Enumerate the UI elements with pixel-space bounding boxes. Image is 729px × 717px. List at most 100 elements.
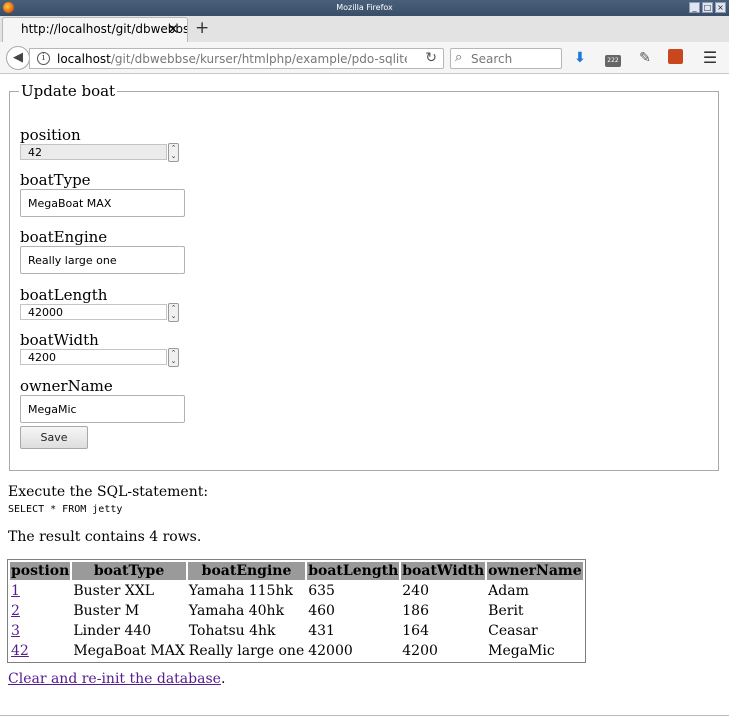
site-info-icon[interactable]: i [37, 52, 50, 65]
save-button[interactable]: Save [20, 426, 88, 449]
jetty-table: postion boatType boatEngine boatLength b… [7, 559, 586, 663]
boattype-value: MegaBoat MAX [28, 197, 112, 210]
row-id-link[interactable]: 42 [11, 643, 29, 659]
ownername-label: ownerName [20, 377, 113, 395]
boatengine-field: boatEngine Really large one [20, 228, 185, 274]
column-header: ownerName [487, 562, 583, 580]
eyedropper-icon[interactable]: ✎ [636, 49, 654, 67]
search-icon: ⌕ [455, 50, 463, 65]
table-row: 42 MegaBoat MAX Really large one 42000 4… [10, 642, 583, 660]
boatlength-input[interactable]: 42000 ⌃ ⌄ [20, 303, 179, 322]
extension-icon[interactable] [666, 49, 684, 67]
table-cell: Ceasar [488, 623, 538, 639]
search-placeholder: Search [471, 52, 513, 66]
clear-db-link[interactable]: Clear and re-init the database [8, 671, 221, 687]
table-cell: 4200 [402, 643, 438, 659]
window-controls: _ □ × [689, 2, 726, 13]
hamburger-menu-icon[interactable]: ☰ [701, 49, 719, 67]
column-header: boatType [72, 562, 186, 580]
column-header: boatWidth [401, 562, 486, 580]
boatwidth-label: boatWidth [20, 331, 99, 349]
table-cell: Yamaha 40hk [188, 603, 285, 619]
window-titlebar: Mozilla Firefox _ □ × [0, 0, 729, 16]
column-header: postion [10, 562, 71, 580]
table-cell: Linder 440 [73, 623, 152, 639]
table-row: 3 Linder 440 Tohatsu 4hk 431 164 Ceasar [10, 622, 583, 640]
boattype-input[interactable]: MegaBoat MAX [20, 189, 185, 217]
window-title: Mozilla Firefox [336, 3, 393, 12]
result-count-text: The result contains 4 rows. [8, 529, 202, 545]
new-tab-button[interactable]: + [195, 18, 209, 38]
url-text[interactable]: localhost/git/dbwebbse/kurser/htmlphp/ex… [57, 52, 407, 66]
table-cell: MegaMic [488, 643, 555, 659]
reload-icon[interactable]: ↻ [425, 50, 437, 66]
ownername-value: MegaMic [28, 403, 77, 416]
boatengine-input[interactable]: Really large one [20, 246, 185, 274]
table-cell: 42000 [308, 643, 353, 659]
sql-statement: SELECT * FROM jetty [8, 504, 123, 515]
boatengine-label: boatEngine [20, 228, 108, 246]
table-cell: MegaBoat MAX [73, 643, 185, 659]
table-row: 2 Buster M Yamaha 40hk 460 186 Berit [10, 602, 583, 620]
boatwidth-input[interactable]: 4200 ⌃ ⌄ [20, 348, 179, 367]
ownername-field: ownerName MegaMic [20, 377, 185, 423]
tab-active[interactable]: http://localhost/git/dbwebbs ✕ [2, 17, 188, 43]
position-label: position [20, 126, 81, 144]
boatwidth-spinner-icon[interactable]: ⌃ ⌄ [168, 348, 179, 367]
row-id-link[interactable]: 3 [11, 623, 20, 639]
update-boat-form: Update boat position 42 ⌃ ⌄ boatType Mega… [9, 82, 719, 471]
column-header: boatEngine [187, 562, 306, 580]
table-cell: Tohatsu 4hk [188, 623, 276, 639]
nav-bar: ◀ i localhost/git/dbwebbse/kurser/htmlph… [0, 42, 729, 74]
search-input[interactable]: ⌕ Search [450, 48, 562, 69]
column-header: boatLength [307, 562, 400, 580]
execute-label: Execute the SQL-statement: [8, 484, 209, 500]
table-cell: 431 [308, 623, 335, 639]
row-id-link[interactable]: 2 [11, 603, 20, 619]
close-window-icon[interactable]: × [715, 2, 726, 13]
pixel-ruler-icon[interactable]: 222 [604, 49, 622, 67]
table-cell: 3 [10, 622, 70, 640]
table-cell: 186 [402, 603, 429, 619]
url-bar[interactable]: i localhost/git/dbwebbse/kurser/htmlphp/… [29, 48, 444, 69]
table-header-row: postion boatType boatEngine boatLength b… [10, 562, 583, 580]
boatwidth-value: 4200 [28, 351, 56, 364]
divider [0, 715, 729, 716]
position-spinner-icon[interactable]: ⌃ ⌄ [168, 143, 179, 162]
back-arrow-icon: ◀ [13, 50, 23, 65]
table-cell: 1 [10, 582, 70, 600]
table-cell: 42 [10, 642, 70, 660]
minimize-icon[interactable]: _ [689, 2, 700, 13]
boattype-label: boatType [20, 171, 91, 189]
table-cell: 460 [308, 603, 335, 619]
table-cell: Yamaha 115hk [188, 583, 293, 599]
table-cell: 240 [402, 583, 429, 599]
boatlength-value: 42000 [28, 306, 63, 319]
position-input[interactable]: 42 ⌃ ⌄ [20, 143, 179, 162]
page-content: Update boat position 42 ⌃ ⌄ boatType Mega… [0, 75, 729, 717]
table-cell: 635 [308, 583, 335, 599]
download-icon[interactable]: ⬇ [571, 49, 589, 67]
clear-db-paragraph: Clear and re-init the database. [8, 671, 225, 687]
position-field: position 42 ⌃ ⌄ [20, 126, 179, 162]
url-host: localhost [57, 52, 111, 66]
tab-label: http://localhost/git/dbwebbs [21, 22, 188, 36]
boatengine-value: Really large one [28, 254, 117, 267]
position-value: 42 [28, 146, 42, 159]
maximize-icon[interactable]: □ [702, 2, 713, 13]
boatlength-label: boatLength [20, 286, 108, 304]
row-id-link[interactable]: 1 [11, 583, 20, 599]
url-path: /git/dbwebbse/kurser/htmlphp/example/pdo… [110, 52, 407, 66]
table-cell: Buster XXL [73, 583, 155, 599]
tab-bar: http://localhost/git/dbwebbs ✕ + [0, 16, 729, 43]
back-button[interactable]: ◀ [6, 46, 30, 70]
clear-db-suffix: . [220, 671, 226, 687]
ownername-input[interactable]: MegaMic [20, 395, 185, 423]
table-cell: Buster M [73, 603, 140, 619]
table-cell: Berit [488, 603, 524, 619]
boatwidth-field: boatWidth 4200 ⌃ ⌄ [20, 331, 179, 367]
table-cell: Adam [488, 583, 529, 599]
boatlength-field: boatLength 42000 ⌃ ⌄ [20, 286, 179, 322]
tab-close-icon[interactable]: ✕ [168, 22, 178, 36]
boatlength-spinner-icon[interactable]: ⌃ ⌄ [168, 303, 179, 322]
